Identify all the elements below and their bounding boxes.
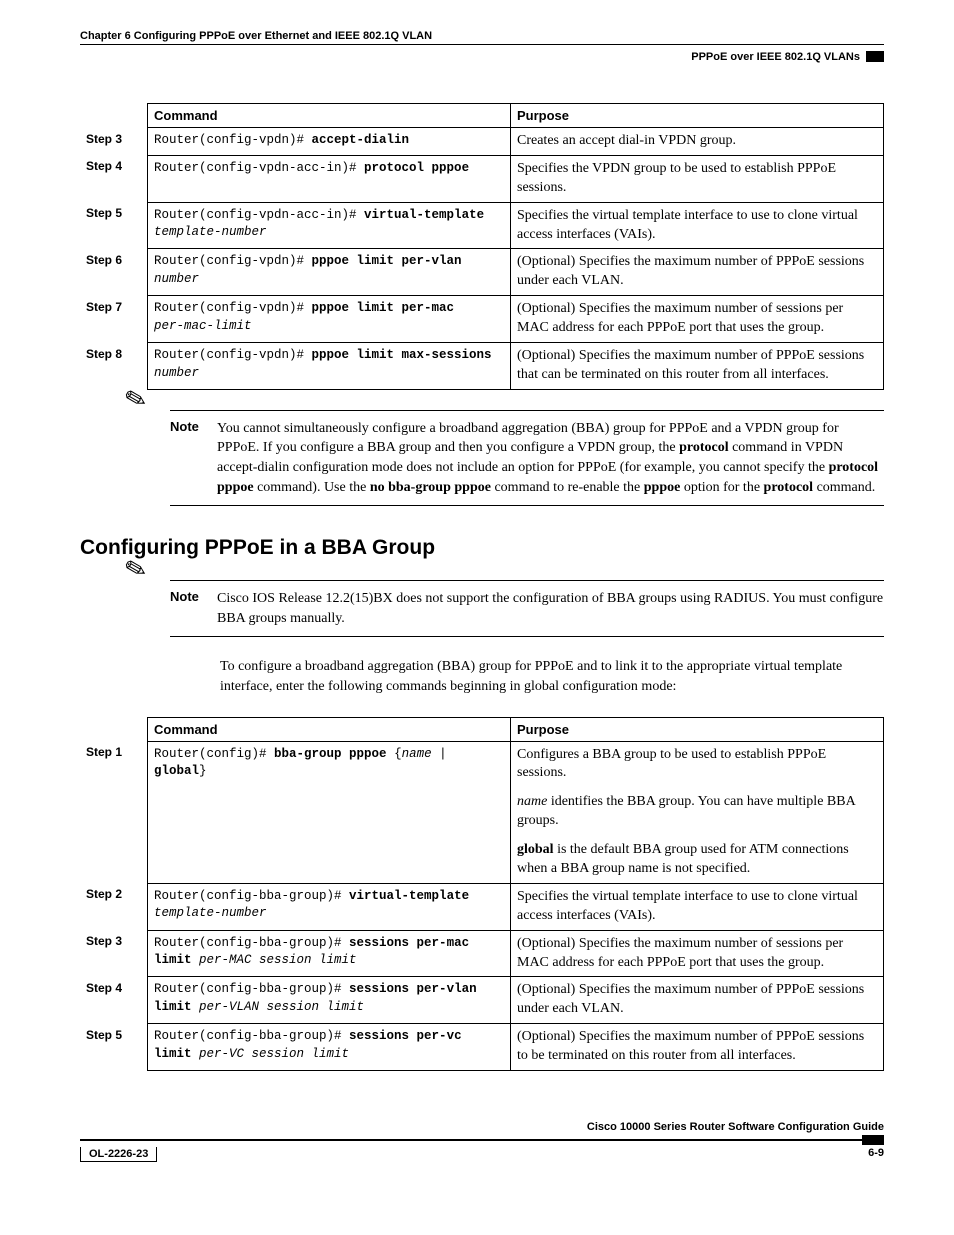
table1-header-purpose: Purpose — [511, 104, 884, 128]
note-text: You cannot simultaneously configure a br… — [217, 419, 884, 497]
command-table-2: Command Purpose Step 1Router(config)# bb… — [80, 717, 884, 1071]
note-label: Note — [170, 589, 205, 628]
command-cell: Router(config-bba-group)# sessions per-m… — [148, 930, 511, 977]
note1-b5: protocol — [764, 480, 814, 495]
step-cell: Step 7 — [80, 296, 148, 343]
footer-page-number: 6-9 — [868, 1147, 884, 1162]
command-cell: Router(config-vpdn)# accept-dialin — [148, 128, 511, 156]
table-row: Step 6Router(config-vpdn)# pppoe limit p… — [80, 249, 884, 296]
table-row: Step 5Router(config-bba-group)# sessions… — [80, 1024, 884, 1071]
purpose-cell: Specifies the virtual template interface… — [511, 883, 884, 930]
note1-t4: command to re-enable the — [491, 480, 644, 495]
table-row: Step 3Router(config-vpdn)# accept-dialin… — [80, 128, 884, 156]
purpose-cell: (Optional) Specifies the maximum number … — [511, 249, 884, 296]
note-label: Note — [170, 419, 205, 497]
step-cell: Step 2 — [80, 883, 148, 930]
step-cell: Step 4 — [80, 977, 148, 1024]
table-row: Step 4Router(config-vpdn-acc-in)# protoc… — [80, 155, 884, 202]
command-cell: Router(config-vpdn)# pppoe limit max-ses… — [148, 343, 511, 390]
purpose-cell: (Optional) Specifies the maximum number … — [511, 296, 884, 343]
table-row: Step 4Router(config-bba-group)# sessions… — [80, 977, 884, 1024]
purpose-cell: Configures a BBA group to be used to est… — [511, 741, 884, 883]
command-cell: Router(config-vpdn-acc-in)# virtual-temp… — [148, 202, 511, 249]
table-row: Step 2Router(config-bba-group)# virtual-… — [80, 883, 884, 930]
note-block-1: ✎ Note You cannot simultaneously configu… — [170, 410, 884, 506]
table2-header-blank — [80, 717, 148, 741]
table-row: Step 1Router(config)# bba-group pppoe {n… — [80, 741, 884, 883]
step-cell: Step 5 — [80, 202, 148, 249]
purpose-cell: Specifies the VPDN group to be used to e… — [511, 155, 884, 202]
note1-t3: command). Use the — [254, 480, 370, 495]
command-cell: Router(config-bba-group)# sessions per-v… — [148, 1024, 511, 1071]
footer-marker-box — [862, 1135, 884, 1145]
command-cell: Router(config-bba-group)# virtual-templa… — [148, 883, 511, 930]
table-row: Step 8Router(config-vpdn)# pppoe limit m… — [80, 343, 884, 390]
section-heading-bba: Configuring PPPoE in a BBA Group — [80, 536, 884, 560]
step-cell: Step 3 — [80, 930, 148, 977]
header-chapter: Chapter 6 Configuring PPPoE over Etherne… — [80, 30, 884, 44]
step-cell: Step 8 — [80, 343, 148, 390]
step-cell: Step 1 — [80, 741, 148, 883]
table2-header-purpose: Purpose — [511, 717, 884, 741]
command-cell: Router(config-vpdn)# pppoe limit per-mac… — [148, 296, 511, 343]
note-text: Cisco IOS Release 12.2(15)BX does not su… — [217, 589, 884, 628]
table-row: Step 3Router(config-bba-group)# sessions… — [80, 930, 884, 977]
purpose-cell: (Optional) Specifies the maximum number … — [511, 1024, 884, 1071]
step-cell: Step 5 — [80, 1024, 148, 1071]
table1-header-blank — [80, 104, 148, 128]
header-marker-box — [866, 51, 884, 62]
page-footer: Cisco 10000 Series Router Software Confi… — [80, 1121, 884, 1162]
footer-title: Cisco 10000 Series Router Software Confi… — [80, 1121, 884, 1135]
note1-t5: option for the — [680, 480, 763, 495]
note1-b1: protocol — [679, 440, 729, 455]
purpose-cell: Specifies the virtual template interface… — [511, 202, 884, 249]
intro-paragraph: To configure a broadband aggregation (BB… — [220, 657, 884, 696]
step-cell: Step 4 — [80, 155, 148, 202]
purpose-cell: Creates an accept dial-in VPDN group. — [511, 128, 884, 156]
page-header: Chapter 6 Configuring PPPoE over Etherne… — [80, 30, 884, 63]
command-cell: Router(config-vpdn-acc-in)# protocol ppp… — [148, 155, 511, 202]
note-block-2: ✎ Note Cisco IOS Release 12.2(15)BX does… — [170, 580, 884, 637]
step-cell: Step 6 — [80, 249, 148, 296]
note1-t6: command. — [813, 480, 875, 495]
command-table-1: Command Purpose Step 3Router(config-vpdn… — [80, 103, 884, 390]
table-row: Step 7Router(config-vpdn)# pppoe limit p… — [80, 296, 884, 343]
note1-b3: no bba-group pppoe — [370, 480, 491, 495]
command-cell: Router(config)# bba-group pppoe {name | … — [148, 741, 511, 883]
table1-header-command: Command — [148, 104, 511, 128]
header-section: PPPoE over IEEE 802.1Q VLANs — [691, 49, 860, 63]
purpose-cell: (Optional) Specifies the maximum number … — [511, 930, 884, 977]
purpose-cell: (Optional) Specifies the maximum number … — [511, 977, 884, 1024]
note1-b4: pppoe — [644, 480, 681, 495]
footer-doc-id: OL-2226-23 — [80, 1147, 157, 1162]
command-cell: Router(config-bba-group)# sessions per-v… — [148, 977, 511, 1024]
purpose-cell: (Optional) Specifies the maximum number … — [511, 343, 884, 390]
table2-header-command: Command — [148, 717, 511, 741]
command-cell: Router(config-vpdn)# pppoe limit per-vla… — [148, 249, 511, 296]
table-row: Step 5Router(config-vpdn-acc-in)# virtua… — [80, 202, 884, 249]
step-cell: Step 3 — [80, 128, 148, 156]
